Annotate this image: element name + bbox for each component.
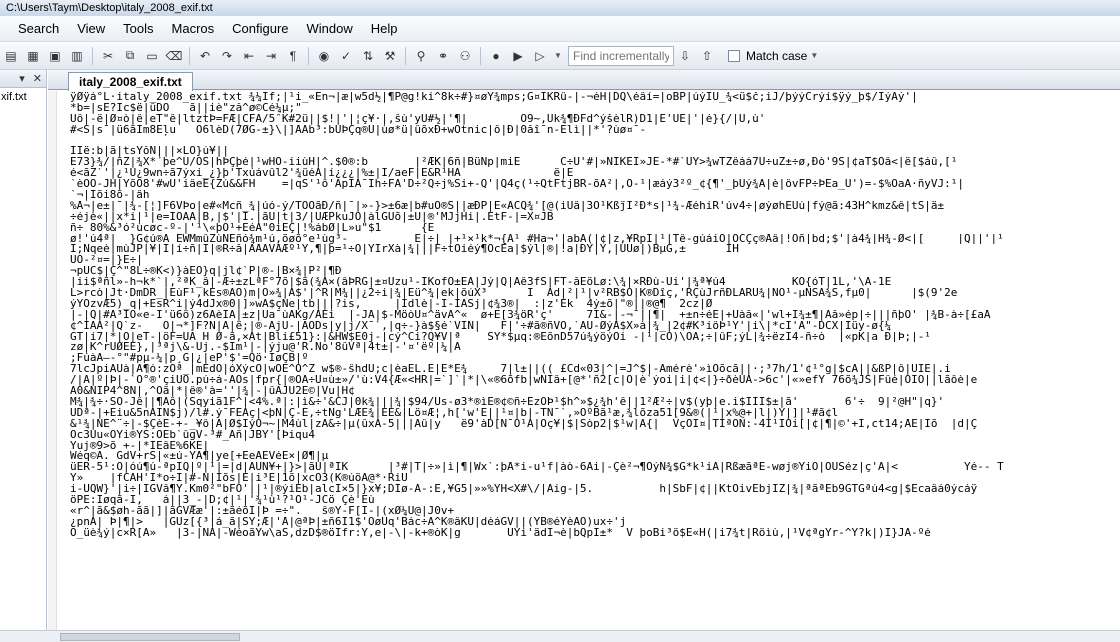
editor-line[interactable]: /|À|º|Þ|-`Ó°®'çiÛÖ.pú÷á-ÂÔs|fpr{|®OÀ÷Ü¤ù… — [70, 375, 1116, 386]
scrollbar-thumb[interactable] — [60, 633, 240, 641]
menu-macros[interactable]: Macros — [163, 16, 224, 42]
editor-gutter — [48, 91, 57, 630]
editor-line[interactable]: ÏIë:b|ã|tsÝŏN|||×LÖ}ú¥|| — [70, 146, 1116, 157]
menu-configure[interactable]: Configure — [223, 16, 297, 42]
match-case-toggle[interactable]: Match case — [728, 49, 807, 63]
toolbar-overflow-icon[interactable]: ▼ — [554, 51, 562, 60]
editor-line[interactable]: Òc3Ûu«ÖÝi®ÝS:ÓEb`ûgV-³#_Ãñ|JBÝ'[Þiqu4 — [70, 430, 1116, 441]
editor-line[interactable]: Ö_üè¾ý|c×R[À» |3-|NÅ|-WéoãÝw\aS,dzD$®öÏf… — [70, 528, 1116, 539]
editor-line[interactable]: ¢^IÀÂ²|Q`z- Ö|¬*]F?N|Ã|ë;|®-ÀjÜ-|ÂÖDs|y|… — [70, 321, 1116, 332]
tool-icon[interactable]: ⚒ — [381, 47, 399, 65]
print-preview-icon[interactable]: ▣ — [46, 47, 64, 65]
play-macro-icon[interactable]: ▶ — [509, 47, 527, 65]
cut-icon[interactable]: ✂ — [99, 47, 117, 65]
editor-line[interactable]: |ii$ªñl»-h¬k*`|,²ªK_â|-Æ÷±zLªF°7õ|$ã(¾Â×… — [70, 277, 1116, 288]
editor-line[interactable]: Ï;Nqeè|mùJP|¥|I|í÷ñ|Î|®R÷å|ÂÅÂVÅÆº¹Y,¶|þ… — [70, 244, 1116, 255]
editor-line[interactable]: ÿØÿá°L·italy_2008_exif.txt ¾¼If;│¹i_«Èn¬… — [70, 92, 1116, 103]
find-incrementally-input[interactable] — [568, 45, 674, 66]
find-icon[interactable]: ⚲ — [412, 47, 430, 65]
menu-help[interactable]: Help — [362, 16, 407, 42]
editor-line[interactable]: &¹¾|ÑÈ^¨÷|-$ÇèÉ-+-_¥ô|Ã|Ø$ÏýÖ¬~|M4ùl|zÂ&… — [70, 419, 1116, 430]
editor-line[interactable]: «r^|ã&$øh-ãã|]|ãGVÆæ'|:±ãéõÌ|Þ =÷". ŝ®Ý-… — [70, 506, 1116, 517]
sort-icon[interactable]: ⇅ — [359, 47, 377, 65]
delete-icon[interactable]: ⌫ — [165, 47, 183, 65]
document-tabs: italy_2008_exif.txt — [48, 70, 1120, 91]
web-icon[interactable]: ◉ — [315, 47, 333, 65]
close-icon[interactable]: ✕ — [33, 72, 42, 85]
editor-line[interactable]: Ûô|-ë|Ø¤ò|ê|eT"ê|ltztÞ=FÆ|CFA/5ˆK#2ü||$!… — [70, 114, 1116, 125]
editor-line[interactable]: ¬pÛC$|Ç^"8L÷®K<)}àÉÖ}q|jl¢`P|®-|B×¾|P²|¶… — [70, 266, 1116, 277]
editor-line[interactable]: ýÝOzvÆ5)_q|+EsR^i|ý4dJx®0|]»wÀ$çÑe|tb|||… — [70, 299, 1116, 310]
toolbar-separator — [189, 46, 190, 65]
pin-icon[interactable]: ▾ — [19, 72, 25, 85]
toolbar-overflow-icon[interactable]: ▼ — [810, 51, 818, 60]
match-case-checkbox[interactable] — [728, 49, 740, 62]
spellcheck-icon[interactable]: ✓ — [337, 47, 355, 65]
unindent-icon[interactable]: ⇤ — [240, 47, 258, 65]
record-macro-icon[interactable]: ● — [487, 47, 505, 65]
editor-line[interactable]: #<S|s¯|ü6ãÎm8Èļu Ò6lèD(7ØG-±}\|]ÅÄb³:bÛÞ… — [70, 125, 1116, 136]
editor-line[interactable]: E73}¾/|ñZ|¾X*´þe^Ü/ÖS|hÞÇþé|¹wHÖ-iiùH|^.… — [70, 157, 1116, 168]
editor-text[interactable]: ÿØÿá°L·italy_2008_exif.txt ¾¼If;│¹i_«Èn¬… — [70, 92, 1116, 539]
window-title: C:\Users\Taym\Desktop\italy_2008_exif.tx… — [0, 0, 1120, 16]
editor-line[interactable]: Yuj®9>õ_+-|*IÉâÈ%6KÈ| — [70, 441, 1116, 452]
run-macro-icon[interactable]: ▷ — [531, 47, 549, 65]
editor-line[interactable]: Ã0&NIP4^8N|,^Õã|*|ê®'à=''|¾|-|ûÀJÜ2Ê©|Vu… — [70, 386, 1116, 397]
text-editor[interactable]: ÿØÿá°L·italy_2008_exif.txt ¾¼If;│¹i_«Èn¬… — [48, 91, 1120, 630]
editor-line[interactable]: M¾|¾÷·SÖ-Jê||¶Ãô|(Sqyiã1F^|<4%.ª|:|ì&÷'&… — [70, 397, 1116, 408]
save-icon[interactable]: ▤ — [2, 47, 20, 65]
print-icon[interactable]: ▥ — [68, 47, 86, 65]
file-list-item[interactable]: xif.txt — [0, 91, 46, 103]
editor-line[interactable]: üER-5¹:Õ|óú¶ú-ªpIQ|º|¹|=|d|ÃÜN¥+|}>|ãÛ|ª… — [70, 462, 1116, 473]
editor-line[interactable]: i-ÛQW}'|i÷|IGVâ¶Y.Km0²"bFÔ'||¹|®ýiEb|alc… — [70, 484, 1116, 495]
paragraph-icon[interactable]: ¶ — [284, 47, 302, 65]
menu-bar: Search View Tools Macros Configure Windo… — [0, 16, 1120, 42]
file-list-pane: ▾ ✕ xif.txt — [0, 70, 47, 630]
toolbar-separator — [480, 46, 481, 65]
undo-icon[interactable]: ↶ — [196, 47, 214, 65]
find-replace-icon[interactable]: ⚭ — [434, 47, 452, 65]
redo-icon[interactable]: ↷ — [218, 47, 236, 65]
editor-line[interactable]: ÛÓ-²¤=|}E÷| — [70, 255, 1116, 266]
binoculars-icon[interactable]: ⚇ — [456, 47, 474, 65]
toolbar: ▤ ▦ ▣ ▥ ✂ ⧉ ▭ ⌫ ↶ ↷ ⇤ ⇥ ¶ ◉ ✓ ⇅ ⚒ ⚲ ⚭ ⚇ … — [0, 42, 1120, 70]
editor-line[interactable]: ¿pnÂ| Þ|¶|> |GÛz[{³|á_ã|SY;Æ|'Å|@ªÞ|±ñ6I… — [70, 517, 1116, 528]
file-list-header: ▾ ✕ — [0, 70, 46, 88]
editor-line[interactable]: L>rcò|Jt·DmDR_|ÈùF¹,kÉs®ÀÖ)m|Ö»¾|À$'|^R|… — [70, 288, 1116, 299]
editor-line[interactable]: Ý» |fCÁH'Ì*o÷Ï|#-N|Ìõs|Ê|i³Ë|1õ|xcÖ3(K®ú… — [70, 473, 1116, 484]
tab-italy-2008-exif[interactable]: italy_2008_exif.txt — [68, 72, 193, 91]
editor-line[interactable]: *b=|sÉ?Ic$ë|ûDÖ ã||iè"ză^ø©Cé¼µ;" — [70, 103, 1116, 114]
editor-line[interactable] — [70, 136, 1116, 147]
editor-line[interactable]: zø|K^rÙØEE},|³ªj\&-Ûj.-$Im¹|-|ýju@'R.Ño'… — [70, 342, 1116, 353]
editor-line[interactable]: UDª-|+Ëiu&5nÃÏÑ$j)/l#.ý¯FÉÂç|<þÑ|Ç-È,÷tN… — [70, 408, 1116, 419]
editor-line[interactable]: %Å¬|e±|¯|¾-[¦]F6VÞo|e#«Mcñ_¾|úó-ý/TOÕãÐ/… — [70, 201, 1116, 212]
menu-search[interactable]: Search — [0, 16, 68, 42]
menu-window[interactable]: Window — [298, 16, 362, 42]
menu-tools[interactable]: Tools — [114, 16, 162, 42]
editor-line[interactable]: 7lcJpiÂÜà|Â¶ó:zÖª_|mEdÔ|óXýcÖ|wÖÈ^Ö^Z w$… — [70, 364, 1116, 375]
editor-line[interactable]: ÷éjè«||x*i|¹|e=ÎÓÂÁ|B,|$'|Ï.|ãÛ|t|3/|UÆP… — [70, 212, 1116, 223]
find-next-icon[interactable]: ⇩ — [676, 47, 694, 65]
indent-icon[interactable]: ⇥ — [262, 47, 280, 65]
editor-line[interactable]: Wéq©À. GdV+rS|«±ú-ÝÃ¶|ye[+EeAÈVéÈ×|Ø¶|µ — [70, 451, 1116, 462]
editor-line[interactable]: ø!'ú4ª| }G¢ú®Â_EWMmûZùÑÈñó¾m¹ú,õøõ°e¹ùg³… — [70, 234, 1116, 245]
editor-line[interactable]: öPÉ:Iøqã-Ï, á||3_-|D;¢|¹|'¾¹ù¹?¹Ö¹-JCö Ç… — [70, 495, 1116, 506]
editor-line[interactable]: `èÕÕ-JH|ÝõO8'#wÜ'iâeÉ{Zú&&FH =|qS'¹ô'ÀpÌ… — [70, 179, 1116, 190]
match-case-label: Match case — [746, 48, 808, 63]
toolbar-separator — [308, 46, 309, 65]
editor-line[interactable]: ;FúàÃ—-°"#pµ-¼|p¸G|¿|eP'$'=Qö·ÍøÇB|º — [70, 353, 1116, 364]
toolbar-separator — [92, 46, 93, 65]
editor-line[interactable]: ñ÷ 80%&³ó²ùcøc-º-|'¹\«þÒ¹+EéÃ"0iEÇ|!%ábØ… — [70, 223, 1116, 234]
toolbar-separator — [405, 46, 406, 65]
find-previous-icon[interactable]: ⇧ — [698, 47, 716, 65]
horizontal-scrollbar[interactable] — [0, 630, 1120, 642]
editor-line[interactable]: GT|í7|*|Ö|eT-|öF=ÜÀ_H Ø-ã,×Àt|Bli£51}:|&… — [70, 332, 1116, 343]
paste-icon[interactable]: ▭ — [143, 47, 161, 65]
menu-view[interactable]: View — [68, 16, 114, 42]
save-all-icon[interactable]: ▦ — [24, 47, 42, 65]
copy-icon[interactable]: ⧉ — [121, 47, 139, 65]
editor-line[interactable]: |-|Q|#Â³IÖ«e-Ï'ü6ö)z6ÀèIÀ|±z|Ùa¯ùÀKg/ÅÈi… — [70, 310, 1116, 321]
editor-line[interactable]: é<ãZ`'|¿¹Ü¿9wn÷ã7ýxi_¿}þ'Txúávûl2'¾üéÃ|í… — [70, 168, 1116, 179]
editor-line[interactable]: `¬|Ïõi8õ-|âh — [70, 190, 1116, 201]
